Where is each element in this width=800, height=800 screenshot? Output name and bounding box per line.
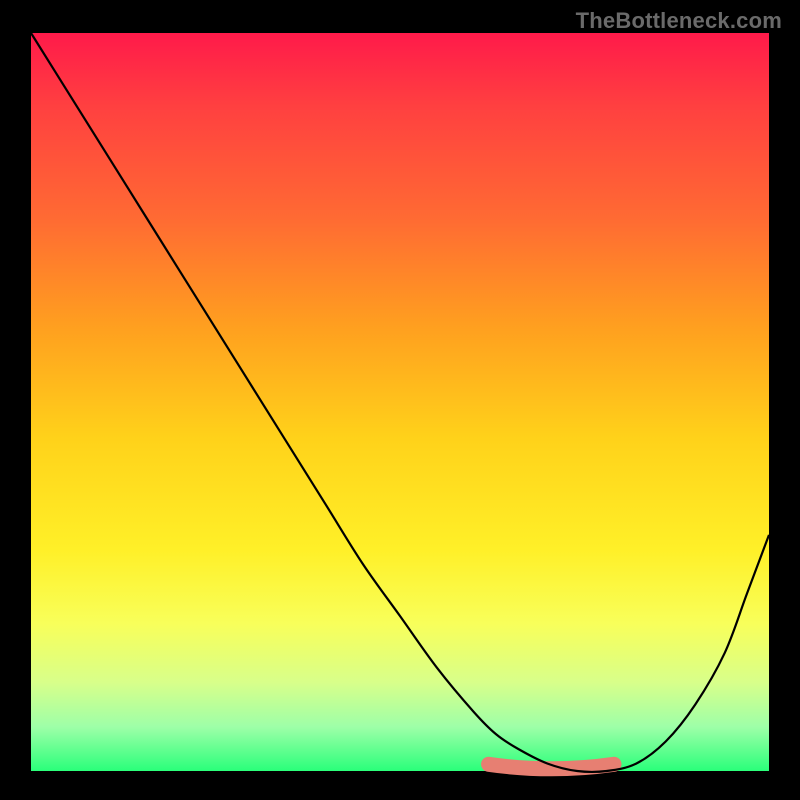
bottleneck-curve	[31, 33, 769, 772]
plot-area	[31, 33, 769, 771]
chart-frame: TheBottleneck.com	[0, 0, 800, 800]
curve-svg	[31, 33, 769, 771]
watermark-text: TheBottleneck.com	[576, 8, 782, 34]
